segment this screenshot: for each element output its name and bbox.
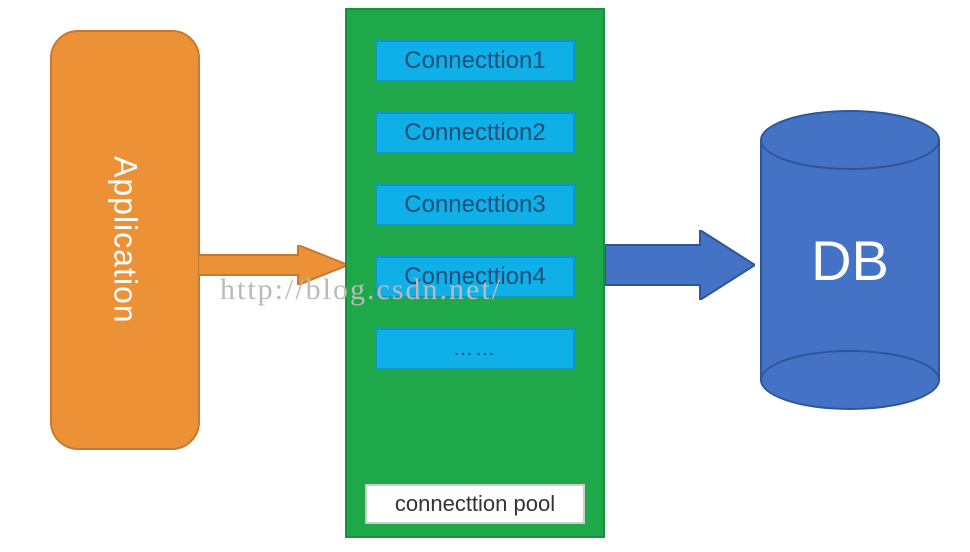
arrow-pool-to-db-icon	[605, 230, 755, 300]
application-label: Application	[107, 156, 144, 324]
connection-pool-box: Connecttion1 Connecttion2 Connecttion3 C…	[345, 8, 605, 538]
connection-item: Connecttion4	[375, 256, 575, 298]
connection-item: Connecttion2	[375, 112, 575, 154]
application-box: Application	[50, 30, 200, 450]
connection-item: Connecttion1	[375, 40, 575, 82]
database-cylinder: DB	[760, 110, 940, 410]
connection-pool-caption: connecttion pool	[365, 484, 585, 524]
connection-item-ellipsis: ……	[375, 328, 575, 370]
db-label: DB	[760, 110, 940, 410]
connection-item: Connecttion3	[375, 184, 575, 226]
arrow-app-to-pool-icon	[198, 245, 348, 285]
